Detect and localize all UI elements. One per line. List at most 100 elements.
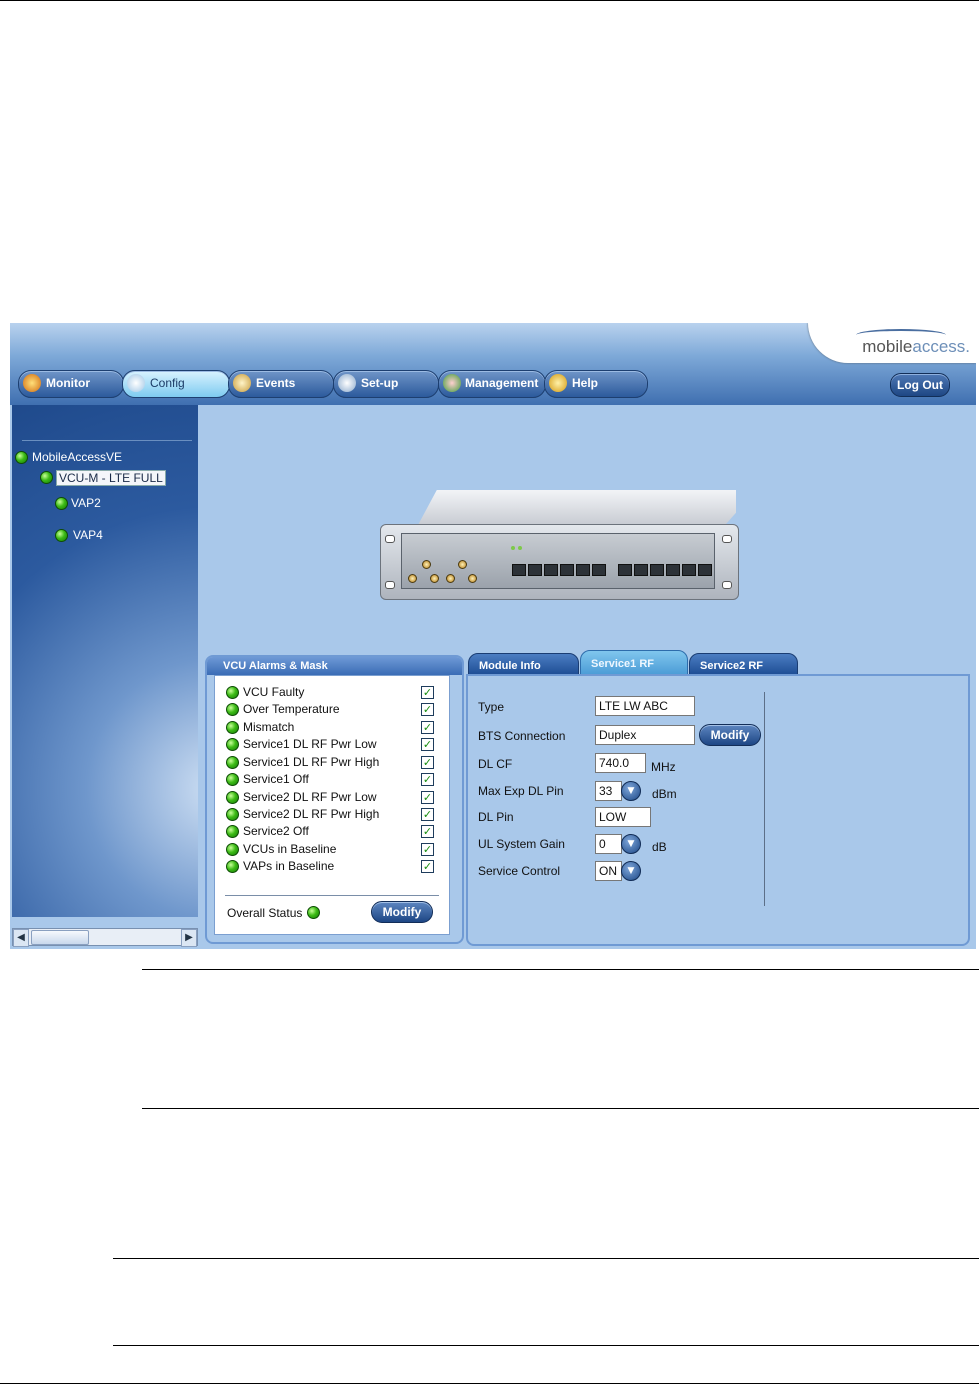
port-icon xyxy=(618,564,632,576)
tab-config[interactable]: Config xyxy=(122,370,230,398)
bts-connection-field: Duplex xyxy=(595,725,695,745)
tree-item-vap2[interactable]: VAP2 xyxy=(71,496,101,510)
alarm-row: Service2 DL RF Pwr Low ✓ xyxy=(215,788,449,805)
port-icon xyxy=(576,564,590,576)
device-front-panel xyxy=(380,524,739,600)
management-icon xyxy=(443,374,461,392)
alarm-label: Service2 DL RF Pwr High xyxy=(243,807,380,821)
device-chassis-top xyxy=(416,490,736,528)
ul-system-gain-label: UL System Gain xyxy=(478,837,565,851)
alarm-label: Service1 DL RF Pwr High xyxy=(243,755,380,769)
coax-connector-icon xyxy=(446,574,455,583)
caution-rule-top xyxy=(113,1258,979,1259)
status-led-icon xyxy=(226,738,239,751)
note-rule-bottom xyxy=(142,1108,979,1109)
tree-item-vap4[interactable]: VAP4 xyxy=(73,528,103,542)
alarm-mask-checkbox[interactable]: ✓ xyxy=(421,860,434,873)
tab-events[interactable]: Events xyxy=(228,370,334,398)
tab-setup[interactable]: Set-up xyxy=(333,370,439,398)
logout-button[interactable]: Log Out xyxy=(890,373,950,397)
chevron-down-icon[interactable]: ▼ xyxy=(621,834,641,854)
overall-status-led-icon xyxy=(307,906,320,919)
status-led-icon xyxy=(15,451,28,464)
alarm-mask-checkbox[interactable]: ✓ xyxy=(421,825,434,838)
alarm-mask-checkbox[interactable]: ✓ xyxy=(421,738,434,751)
alarm-mask-checkbox[interactable]: ✓ xyxy=(421,791,434,804)
max-exp-dl-pin-select[interactable]: 33 xyxy=(595,781,622,801)
dl-cf-input[interactable]: 740.0 xyxy=(595,753,646,773)
sidebar-horizontal-scrollbar[interactable]: ◀ ▶ xyxy=(12,928,198,947)
tree-item-vcu[interactable]: VCU-M - LTE FULL xyxy=(56,470,166,486)
scroll-left-icon[interactable]: ◀ xyxy=(13,929,29,947)
alarm-mask-checkbox[interactable]: ✓ xyxy=(421,721,434,734)
service-control-select[interactable]: ON xyxy=(595,861,622,881)
alarm-label: Over Temperature xyxy=(243,702,340,716)
tab-events-label: Events xyxy=(256,376,296,390)
alarms-modify-button[interactable]: Modify xyxy=(371,901,433,923)
device-led-icon xyxy=(511,546,515,550)
caution-rule-bottom xyxy=(113,1345,979,1346)
status-led-icon xyxy=(226,686,239,699)
status-led-icon xyxy=(226,703,239,716)
alarms-panel-title: VCU Alarms & Mask xyxy=(207,657,462,675)
type-field: LTE LW ABC xyxy=(595,696,695,716)
tab-management[interactable]: Management xyxy=(438,370,546,398)
alarm-label: Service1 Off xyxy=(243,772,309,786)
rack-ear-icon xyxy=(722,581,732,589)
chevron-down-icon[interactable]: ▼ xyxy=(621,861,641,881)
status-led-icon xyxy=(226,721,239,734)
tab-service2-rf[interactable]: Service2 RF xyxy=(689,653,798,675)
tab-help-label: Help xyxy=(572,376,599,390)
alarm-mask-checkbox[interactable]: ✓ xyxy=(421,808,434,821)
coax-connector-icon xyxy=(408,574,417,583)
status-led-icon xyxy=(55,497,68,510)
ul-system-gain-select[interactable]: 0 xyxy=(595,834,622,854)
tab-setup-label: Set-up xyxy=(361,376,399,390)
alarm-label: VAPs in Baseline xyxy=(243,859,335,873)
alarms-list: VCU Faulty ✓ Over Temperature ✓ Mismatch… xyxy=(214,675,450,935)
port-icon xyxy=(512,564,526,576)
port-icon xyxy=(666,564,680,576)
overall-status-label: Overall Status xyxy=(227,906,303,920)
status-led-icon xyxy=(55,529,68,542)
port-icon xyxy=(544,564,558,576)
alarm-mask-checkbox[interactable]: ✓ xyxy=(421,686,434,699)
alarm-row: Service2 Off ✓ xyxy=(215,822,449,839)
device-port-panel xyxy=(401,533,715,589)
alarm-label: VCU Faulty xyxy=(243,685,305,699)
coax-connector-icon xyxy=(422,560,431,569)
service-control-label: Service Control xyxy=(478,864,561,878)
monitor-icon xyxy=(23,374,41,392)
tab-module-info[interactable]: Module Info xyxy=(468,653,579,675)
tree-root-item[interactable]: MobileAccessVE xyxy=(32,450,122,464)
alarm-row: VAPs in Baseline ✓ xyxy=(215,857,449,874)
chevron-down-icon[interactable]: ▼ xyxy=(621,781,641,801)
status-led-icon xyxy=(226,825,239,838)
tab-monitor[interactable]: Monitor xyxy=(18,370,124,398)
rack-ear-icon xyxy=(385,535,395,543)
tab-config-label: Config xyxy=(150,376,185,390)
service1-rf-panel xyxy=(466,674,970,946)
events-icon xyxy=(233,374,251,392)
max-exp-dl-pin-unit: dBm xyxy=(652,787,677,801)
tab-service1-rf[interactable]: Service1 RF xyxy=(580,650,688,676)
logo: mobileaccess. xyxy=(808,323,976,363)
status-led-icon xyxy=(226,756,239,769)
alarm-row: VCUs in Baseline ✓ xyxy=(215,840,449,857)
alarm-mask-checkbox[interactable]: ✓ xyxy=(421,773,434,786)
scroll-right-icon[interactable]: ▶ xyxy=(181,929,197,947)
bts-modify-button[interactable]: Modify xyxy=(699,724,761,746)
alarm-row: Service1 DL RF Pwr High ✓ xyxy=(215,753,449,770)
tab-help[interactable]: Help xyxy=(544,370,648,398)
dl-cf-unit: MHz xyxy=(651,760,676,774)
alarm-mask-checkbox[interactable]: ✓ xyxy=(421,756,434,769)
port-icon xyxy=(528,564,542,576)
page-top-rule xyxy=(0,0,979,1)
logo-text: mobileaccess. xyxy=(862,337,970,356)
alarm-label: Service2 Off xyxy=(243,824,309,838)
alarm-mask-checkbox[interactable]: ✓ xyxy=(421,843,434,856)
wrench-icon xyxy=(127,374,145,392)
help-icon xyxy=(549,374,567,392)
scroll-thumb[interactable] xyxy=(31,930,89,945)
alarm-mask-checkbox[interactable]: ✓ xyxy=(421,703,434,716)
